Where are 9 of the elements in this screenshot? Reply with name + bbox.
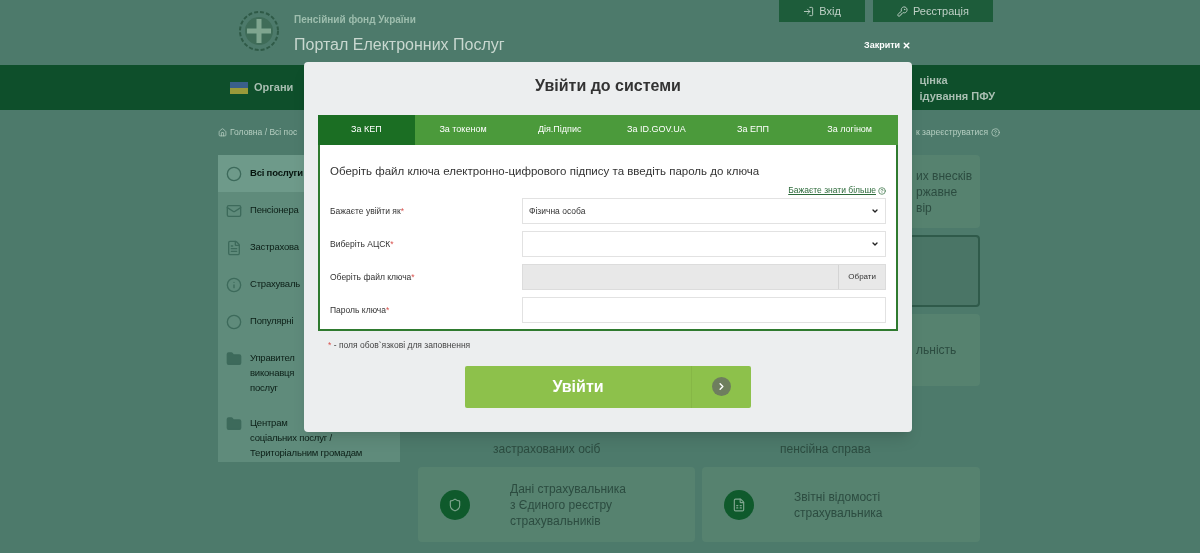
portal-name: Портал Електронних Послуг bbox=[294, 35, 505, 55]
form-heading: Оберіть файл ключа електронно-цифрового підпису та введіть пароль до ключа bbox=[330, 164, 761, 179]
field-label: Виберіть АЦСК* bbox=[330, 237, 395, 251]
org-name: Пенсійний фонд України bbox=[294, 13, 417, 27]
field-label: Пароль ключа* bbox=[330, 303, 391, 317]
required-note: * - поля обов`язкові для заповнення bbox=[328, 339, 472, 352]
dialog-title: Увійти до системи bbox=[535, 76, 681, 96]
field-label: Оберіть файл ключа* bbox=[330, 270, 416, 284]
field-label: Бажаєте увійти як* bbox=[330, 204, 405, 218]
